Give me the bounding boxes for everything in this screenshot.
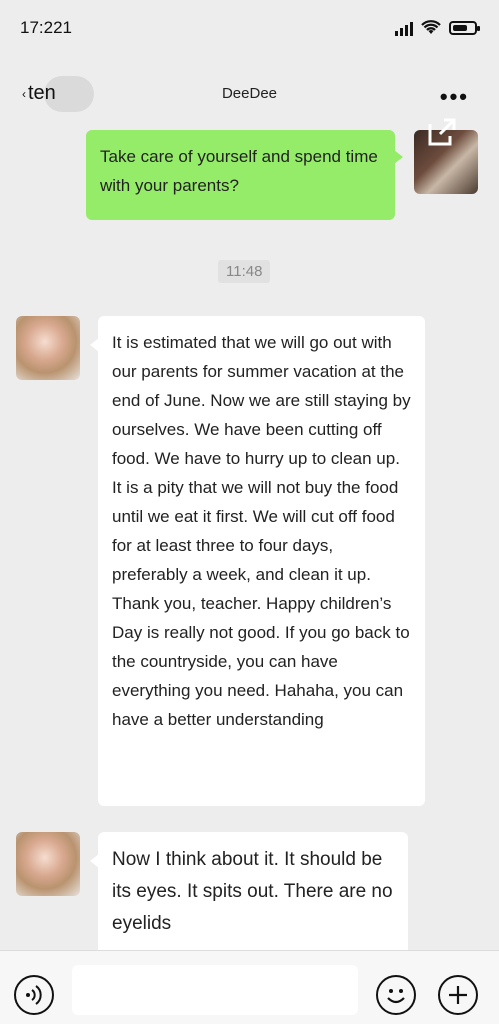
timestamp: 11:48: [218, 260, 271, 283]
voice-icon: [26, 985, 42, 1005]
chat-title: DeeDee: [221, 85, 278, 102]
avatar-contact[interactable]: [16, 832, 80, 896]
plus-icon: [449, 986, 467, 1004]
status-time: 17:221: [20, 18, 72, 37]
chat-area[interactable]: Take care of yourself and spend time wit…: [0, 130, 499, 950]
wifi-icon: [421, 20, 441, 34]
status-bar: 17:221: [0, 0, 499, 60]
message-text: Now I think about it. It should be its e…: [112, 849, 393, 934]
message-input[interactable]: [72, 965, 358, 1015]
message-bubble-contact[interactable]: It is estimated that we will go out with…: [90, 316, 425, 806]
message-bubble-me[interactable]: Take care of yourself and spend time wit…: [86, 130, 403, 220]
plus-button[interactable]: [438, 975, 478, 1015]
status-icons: [395, 20, 480, 36]
share-icon[interactable]: [424, 114, 460, 150]
voice-button[interactable]: [14, 975, 54, 1015]
emoji-button[interactable]: [376, 975, 416, 1015]
avatar-contact[interactable]: [16, 316, 80, 380]
more-dots-icon[interactable]: •••: [440, 84, 469, 110]
message-bubble-contact[interactable]: Now I think about it. It should be its e…: [90, 832, 408, 950]
message-text: It is estimated that we will go out with…: [112, 333, 411, 729]
battery-icon: [449, 21, 480, 35]
signal-icon: [395, 20, 413, 36]
message-text: Take care of yourself and spend time wit…: [100, 147, 378, 195]
emoji-icon: [387, 989, 405, 1004]
input-bar: [0, 950, 499, 1024]
